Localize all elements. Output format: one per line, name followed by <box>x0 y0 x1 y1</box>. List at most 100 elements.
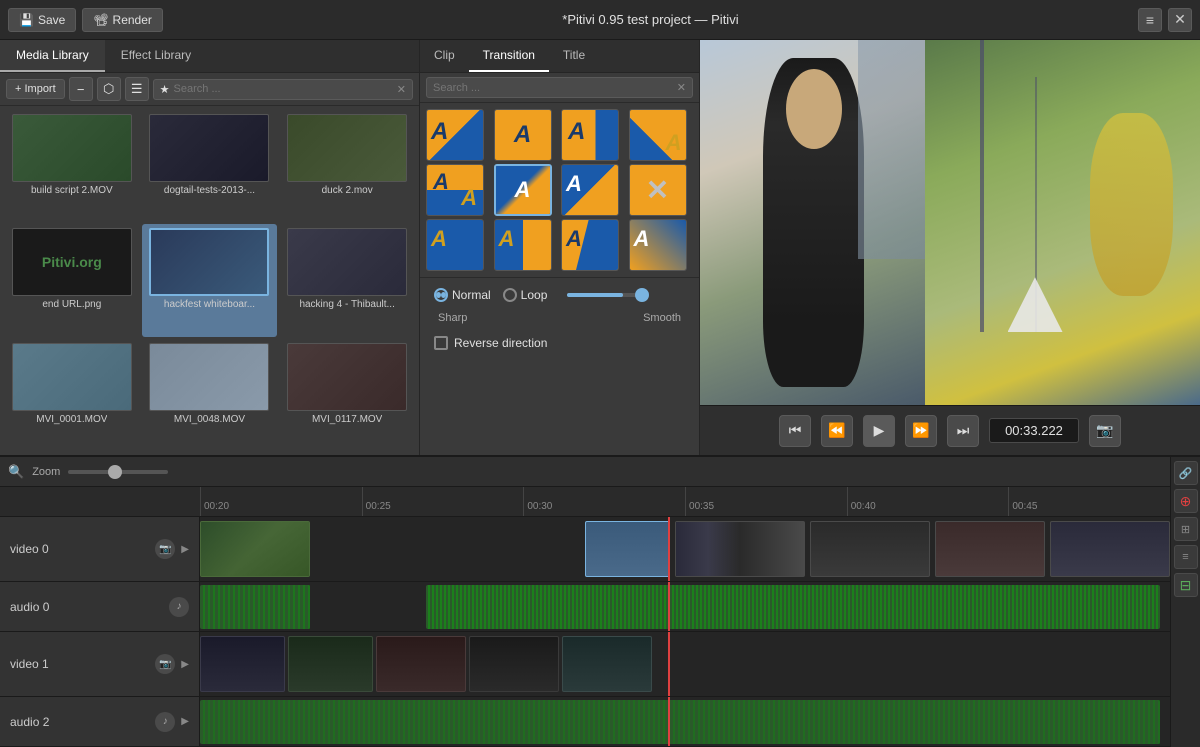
tab-effect-library[interactable]: Effect Library <box>105 40 207 72</box>
transition-item[interactable]: A <box>494 164 552 216</box>
video-clip[interactable] <box>469 636 559 692</box>
video-clip[interactable] <box>675 521 805 577</box>
play-button[interactable]: ▶ <box>863 415 895 447</box>
audio-clip[interactable] <box>200 700 1160 744</box>
video-clip[interactable] <box>200 521 310 577</box>
track-content-video1[interactable] <box>200 632 1170 696</box>
media-thumbnail <box>287 343 407 411</box>
sharpness-slider-thumb[interactable] <box>635 288 649 302</box>
track-content-audio0[interactable] <box>200 582 1170 631</box>
ruler-mark: 00:35 <box>685 487 847 516</box>
video-clip[interactable] <box>935 521 1045 577</box>
video-clip[interactable] <box>288 636 373 692</box>
transition-item[interactable]: A <box>629 109 687 161</box>
transition-search-input[interactable] <box>433 82 673 94</box>
normal-radio-dot <box>434 288 448 302</box>
list-item[interactable]: hacking 4 - Thibault... <box>279 224 415 336</box>
video-clip[interactable] <box>810 521 930 577</box>
clip-properties-button[interactable]: ⬡ <box>97 77 121 101</box>
list-item[interactable]: Pitivi.org end URL.png <box>4 224 140 336</box>
grid-icon[interactable]: ⊞ <box>1174 517 1198 541</box>
save-button[interactable]: 💾 Save <box>8 8 76 32</box>
video-clip[interactable] <box>562 636 652 692</box>
media-search-input[interactable] <box>174 83 393 95</box>
audio-clip[interactable] <box>200 585 310 629</box>
transition-item[interactable]: A A <box>426 164 484 216</box>
list-item[interactable]: MVI_0117.MOV <box>279 339 415 451</box>
track-expand-arrow[interactable]: ▶ <box>181 716 189 727</box>
clear-search-icon[interactable]: ✕ <box>397 83 406 96</box>
audio-clip[interactable] <box>426 585 1160 629</box>
render-button[interactable]: 📽 Render <box>82 8 163 32</box>
list-item[interactable]: build script 2.MOV <box>4 110 140 222</box>
track-expand-arrow[interactable]: ▶ <box>181 659 189 670</box>
transition-item[interactable]: A <box>561 164 619 216</box>
sharpness-slider-container <box>567 293 647 297</box>
list-item[interactable]: MVI_0001.MOV <box>4 339 140 451</box>
transition-item[interactable]: A <box>426 109 484 161</box>
tab-transition[interactable]: Transition <box>469 40 549 72</box>
list-item[interactable]: MVI_0048.MOV <box>142 339 278 451</box>
playhead <box>668 632 670 696</box>
track-content-audio2[interactable] <box>200 697 1170 746</box>
track-area: video 0 📷 ▶ <box>0 517 1170 747</box>
zoom-thumb[interactable] <box>108 465 122 479</box>
track-camera-icon: 📷 <box>155 654 175 674</box>
screenshot-button[interactable]: 📷 <box>1089 415 1121 447</box>
timeline-header: 🔍 Zoom <box>0 457 1170 487</box>
transition-item[interactable]: A <box>426 219 484 271</box>
video-clip[interactable] <box>200 636 285 692</box>
skip-back-button[interactable]: ⏮ <box>779 415 811 447</box>
media-search-box[interactable]: ★ ✕ <box>153 79 413 100</box>
preview-area <box>700 40 1200 405</box>
transition-item[interactable]: A <box>494 219 552 271</box>
tab-clip[interactable]: Clip <box>420 40 469 72</box>
zoom-icon: 🔍 <box>8 464 24 480</box>
track-content-video0[interactable] <box>200 517 1170 581</box>
import-button[interactable]: + Import <box>6 79 65 99</box>
track-row: video 1 📷 ▶ <box>0 632 1170 697</box>
media-toolbar: + Import − ⬡ ☰ ★ ✕ <box>0 73 419 106</box>
list-item[interactable]: duck 2.mov <box>279 110 415 222</box>
video-clip-selected[interactable] <box>585 521 670 577</box>
close-button[interactable]: ✕ <box>1168 8 1192 32</box>
reverse-direction-row[interactable]: Reverse direction <box>434 336 685 350</box>
track-expand-arrow[interactable]: ▶ <box>181 544 189 555</box>
transition-item[interactable]: A <box>494 109 552 161</box>
video-clip[interactable] <box>376 636 466 692</box>
fast-forward-button[interactable]: ⏩ <box>905 415 937 447</box>
clear-transition-search-icon[interactable]: ✕ <box>677 81 686 94</box>
list-item[interactable]: dogtail-tests-2013-... <box>142 110 278 222</box>
settings-icon[interactable]: ≡ <box>1174 545 1198 569</box>
normal-radio[interactable]: Normal <box>434 288 491 302</box>
reverse-checkbox[interactable] <box>434 336 448 350</box>
list-item[interactable]: hackfest whiteboar... <box>142 224 278 336</box>
add-effect-icon[interactable]: ⊕ <box>1174 489 1198 513</box>
loop-radio[interactable]: Loop <box>503 288 548 302</box>
window-title: *Pitivi 0.95 test project — Pitivi <box>169 12 1132 27</box>
transition-item[interactable]: ✕ <box>629 164 687 216</box>
playback-controls: ⏮ ⏪ ▶ ⏩ ⏭ 00:33.222 📷 <box>700 405 1200 455</box>
transition-panel: Clip Transition Title ✕ A <box>420 40 700 455</box>
snap-icon[interactable]: 🔗 <box>1174 461 1198 485</box>
tab-media-library[interactable]: Media Library <box>0 40 105 72</box>
video-clip[interactable] <box>1050 521 1170 577</box>
sharpness-slider-track[interactable] <box>567 293 647 297</box>
sharp-smooth-labels: Sharp Smooth <box>434 312 685 324</box>
rewind-button[interactable]: ⏪ <box>821 415 853 447</box>
transition-item[interactable]: A <box>561 109 619 161</box>
transition-item[interactable]: A <box>561 219 619 271</box>
track-camera-icon: 📷 <box>155 539 175 559</box>
menu-button[interactable]: ≡ <box>1138 8 1162 32</box>
remove-button[interactable]: − <box>69 77 93 101</box>
skip-forward-button[interactable]: ⏭ <box>947 415 979 447</box>
list-view-button[interactable]: ☰ <box>125 77 149 101</box>
tab-title[interactable]: Title <box>549 40 599 72</box>
transition-search-box[interactable]: ✕ <box>426 77 693 98</box>
transition-search-bar: ✕ <box>420 73 699 103</box>
transition-item[interactable]: A <box>629 219 687 271</box>
ruler-marks: 00:20 00:25 00:30 00:35 00:40 00:45 <box>200 487 1170 516</box>
track-label-audio2: audio 2 ♪ ▶ <box>0 697 200 746</box>
zoom-slider[interactable] <box>68 470 168 474</box>
collapse-icon[interactable]: ⊟ <box>1174 573 1198 597</box>
